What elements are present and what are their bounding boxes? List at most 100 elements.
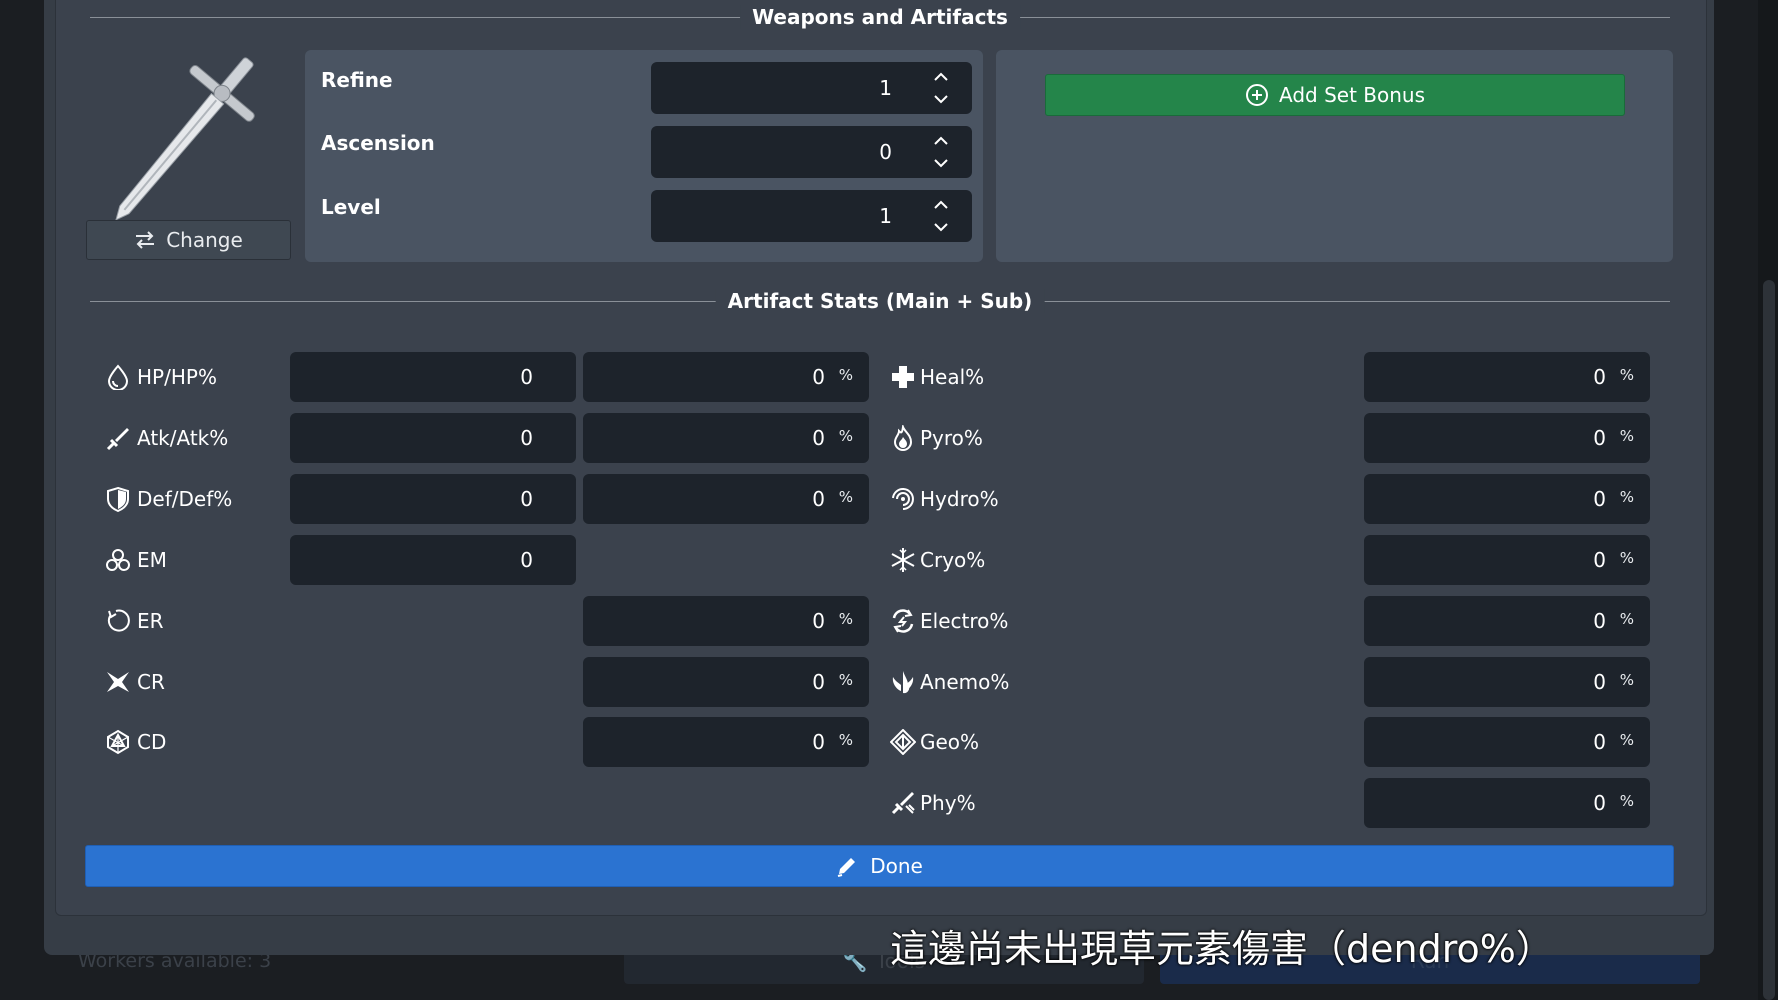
crit-rate-icon <box>107 672 129 692</box>
hp-percent-input[interactable]: 0 % <box>583 352 869 402</box>
done-label: Done <box>870 854 923 878</box>
stat-label: CD <box>137 730 167 754</box>
percent-symbol: % <box>838 610 853 628</box>
level-value: 1 <box>879 204 892 228</box>
percent-symbol: % <box>1619 488 1634 506</box>
percent-symbol: % <box>1619 731 1634 749</box>
stat-row-atk: Atk/Atk% 0 0 % <box>105 413 875 463</box>
percent-symbol: % <box>1619 366 1634 384</box>
stat-row-cr: CR 0 % <box>105 657 875 707</box>
field-value: 0 <box>1593 609 1606 633</box>
stat-label: Hydro% <box>920 487 999 511</box>
refine-spinner[interactable]: 1 <box>651 62 972 114</box>
stat-row-hp: HP/HP% 0 0 % <box>105 352 875 402</box>
stat-row-er: ER 0 % <box>105 596 875 646</box>
field-value: 0 <box>1593 426 1606 450</box>
percent-symbol: % <box>1619 610 1634 628</box>
field-value: 0 <box>1593 791 1606 815</box>
percent-symbol: % <box>1619 792 1634 810</box>
stat-label: Geo% <box>920 730 980 754</box>
field-value: 0 <box>1593 730 1606 754</box>
level-label: Level <box>321 195 381 219</box>
stat-row-pyro: Pyro% 0 % <box>890 413 1650 463</box>
stat-row-em: EM 0 <box>105 535 875 585</box>
field-value: 0 <box>520 548 533 572</box>
physical-icon <box>891 792 915 815</box>
stat-label: Phy% <box>920 791 976 815</box>
ascension-spinner[interactable]: 0 <box>651 126 972 178</box>
stat-row-heal: Heal% 0 % <box>890 352 1650 402</box>
sword-icon <box>106 428 129 451</box>
spinner-arrows-icon[interactable] <box>930 132 952 172</box>
percent-symbol: % <box>838 671 853 689</box>
def-percent-input[interactable]: 0 % <box>583 474 869 524</box>
anemo-percent-input[interactable]: 0 % <box>1364 657 1650 707</box>
atk-flat-input[interactable]: 0 <box>290 413 576 463</box>
percent-symbol: % <box>838 488 853 506</box>
percent-symbol: % <box>1619 427 1634 445</box>
field-value: 0 <box>812 426 825 450</box>
stat-label: ER <box>137 609 164 633</box>
stat-label: Atk/Atk% <box>137 426 229 450</box>
hydro-percent-input[interactable]: 0 % <box>1364 474 1650 524</box>
em-flat-input[interactable]: 0 <box>290 535 576 585</box>
stat-row-electro: Electro% 0 % <box>890 596 1650 646</box>
stat-row-cd: CD 0 % <box>105 717 875 767</box>
done-button[interactable]: Done <box>85 845 1674 887</box>
stat-label: Cryo% <box>920 548 986 572</box>
weapons-section-header: Weapons and Artifacts <box>90 5 1670 29</box>
field-value: 0 <box>1593 548 1606 572</box>
heal-cross-icon <box>892 366 914 388</box>
artifact-section-title: Artifact Stats (Main + Sub) <box>715 289 1045 313</box>
atk-percent-input[interactable]: 0 % <box>583 413 869 463</box>
cr-percent-input[interactable]: 0 % <box>583 657 869 707</box>
elemental-mastery-icon <box>106 549 130 571</box>
field-value: 0 <box>1593 670 1606 694</box>
field-value: 0 <box>812 730 825 754</box>
hp-drop-icon <box>107 364 129 390</box>
field-value: 0 <box>520 487 533 511</box>
stat-row-cryo: Cryo% 0 % <box>890 535 1650 585</box>
spinner-arrows-icon[interactable] <box>930 68 952 108</box>
field-value: 0 <box>812 670 825 694</box>
heal-percent-input[interactable]: 0 % <box>1364 352 1650 402</box>
stat-row-geo: Geo% 0 % <box>890 717 1650 767</box>
weapons-section-title: Weapons and Artifacts <box>740 5 1020 29</box>
pencil-icon <box>837 858 856 877</box>
scrollbar-thumb[interactable] <box>1763 280 1775 1000</box>
stat-label: Heal% <box>920 365 985 389</box>
weapon-image <box>115 57 255 220</box>
electro-percent-input[interactable]: 0 % <box>1364 596 1650 646</box>
ascension-value: 0 <box>879 140 892 164</box>
add-set-bonus-button[interactable]: Add Set Bonus <box>1045 74 1625 116</box>
spinner-arrows-icon[interactable] <box>930 196 952 236</box>
change-weapon-button[interactable]: Change <box>86 220 291 260</box>
subtitle-caption: 這邊尚未出現草元素傷害（dendro%） <box>890 927 1554 971</box>
percent-symbol: % <box>1619 671 1634 689</box>
energy-recharge-icon <box>107 609 130 632</box>
geo-percent-input[interactable]: 0 % <box>1364 717 1650 767</box>
physical-percent-input[interactable]: 0 % <box>1364 778 1650 828</box>
field-value: 0 <box>812 365 825 389</box>
er-percent-input[interactable]: 0 % <box>583 596 869 646</box>
stat-label: HP/HP% <box>137 365 217 389</box>
def-flat-input[interactable]: 0 <box>290 474 576 524</box>
hp-flat-input[interactable]: 0 <box>290 352 576 402</box>
cryo-percent-input[interactable]: 0 % <box>1364 535 1650 585</box>
percent-symbol: % <box>1619 549 1634 567</box>
cd-percent-input[interactable]: 0 % <box>583 717 869 767</box>
stat-label: Def/Def% <box>137 487 233 511</box>
stat-row-hydro: Hydro% 0 % <box>890 474 1650 524</box>
percent-symbol: % <box>838 366 853 384</box>
cryo-icon <box>891 548 915 572</box>
change-label: Change <box>166 228 243 252</box>
anemo-icon <box>892 671 914 694</box>
pyro-percent-input[interactable]: 0 % <box>1364 413 1650 463</box>
artifact-section-header: Artifact Stats (Main + Sub) <box>90 289 1670 313</box>
shield-icon <box>107 486 129 512</box>
pyro-icon <box>893 425 913 451</box>
stat-label: CR <box>137 670 165 694</box>
plus-circle-icon <box>1245 84 1268 106</box>
electro-icon <box>892 609 914 633</box>
level-spinner[interactable]: 1 <box>651 190 972 242</box>
